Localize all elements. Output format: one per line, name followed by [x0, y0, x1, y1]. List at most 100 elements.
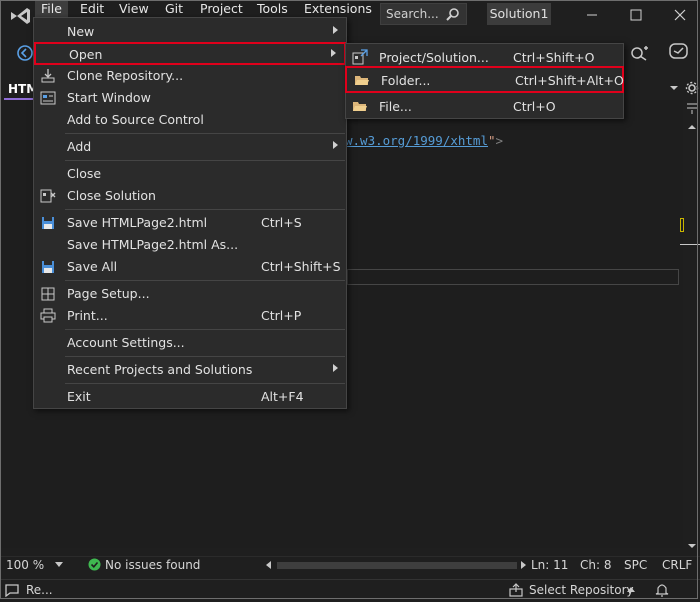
- code-quote: ": [488, 133, 496, 148]
- menu-item-account-settings[interactable]: Account Settings...: [34, 332, 346, 354]
- menu-tools[interactable]: Tools: [251, 0, 294, 17]
- code-namespace-url[interactable]: w.w3.org/1999/xhtml: [345, 133, 488, 148]
- menu-item-label: Add to Source Control: [67, 112, 204, 127]
- menu-item-close-solution[interactable]: Close Solution: [34, 185, 346, 207]
- menu-item-label: Recent Projects and Solutions: [67, 362, 253, 377]
- submenu-item-shortcut: Ctrl+Shift+Alt+O: [515, 73, 624, 88]
- notification-bubble-icon[interactable]: [4, 583, 20, 597]
- zoom-dropdown-icon[interactable]: [55, 562, 63, 568]
- submenu-item-shortcut: Ctrl+Shift+O: [513, 50, 595, 65]
- code-line-html: w.w3.org/1999/xhtml">: [345, 133, 503, 148]
- line-number[interactable]: Ln: 11: [531, 558, 568, 572]
- start-window-icon: [40, 91, 56, 105]
- scroll-up-icon[interactable]: [687, 123, 697, 131]
- scroll-down-icon[interactable]: [687, 542, 697, 550]
- hscroll-left-icon[interactable]: [265, 561, 273, 569]
- scroll-change-marker: [680, 218, 684, 232]
- menu-item-add-to-source-control[interactable]: Add to Source Control: [34, 109, 346, 131]
- horizontal-scrollbar-thumb[interactable]: [277, 562, 517, 569]
- menu-item-label: Open: [69, 47, 103, 62]
- menu-separator: [65, 280, 345, 281]
- menu-item-print[interactable]: Print... Ctrl+P: [34, 305, 346, 327]
- submenu-item-file[interactable]: File... Ctrl+O: [346, 94, 623, 118]
- menu-item-recent-projects[interactable]: Recent Projects and Solutions: [34, 359, 346, 381]
- menu-view[interactable]: View: [113, 0, 155, 17]
- menu-item-shortcut: Alt+F4: [261, 389, 304, 404]
- menu-item-clone-repository[interactable]: Clone Repository...: [34, 65, 346, 87]
- menu-item-label: Close Solution: [67, 188, 156, 203]
- menu-item-new[interactable]: New: [34, 21, 346, 43]
- menu-item-label: Save HTMLPage2.html: [67, 215, 208, 230]
- maximize-icon[interactable]: [626, 5, 646, 25]
- project-solution-icon: [352, 49, 368, 65]
- submenu-item-folder[interactable]: Folder... Ctrl+Shift+Alt+O: [345, 66, 624, 93]
- submenu-item-label: Project/Solution...: [379, 50, 489, 65]
- menu-project[interactable]: Project: [194, 0, 249, 17]
- scroll-caret-indicator: [680, 244, 700, 245]
- menu-item-label: Start Window: [67, 90, 151, 105]
- open-submenu: Project/Solution... Ctrl+Shift+O Folder.…: [345, 43, 624, 119]
- search-label: Search...: [386, 7, 439, 21]
- menu-item-label: Clone Repository...: [67, 68, 184, 83]
- menu-edit[interactable]: Edit: [74, 0, 110, 17]
- visual-studio-logo-icon[interactable]: [9, 7, 31, 25]
- menu-item-label: Close: [67, 166, 102, 181]
- split-editor-icon[interactable]: [686, 101, 698, 115]
- open-folder-icon: [355, 76, 369, 85]
- menu-item-label: Add: [67, 139, 92, 154]
- menu-item-save[interactable]: Save HTMLPage2.html Ctrl+S: [34, 212, 346, 234]
- issues-status[interactable]: No issues found: [105, 558, 200, 572]
- hscroll-right-icon[interactable]: [519, 561, 527, 569]
- current-line-highlight: [347, 269, 679, 285]
- save-icon: [42, 217, 54, 229]
- menu-item-save-all[interactable]: Save All Ctrl+Shift+S: [34, 256, 346, 278]
- close-solution-icon: [40, 189, 56, 203]
- menu-item-start-window[interactable]: Start Window: [34, 87, 346, 109]
- feedback-icon[interactable]: [668, 41, 690, 63]
- submenu-item-label: File...: [379, 99, 412, 114]
- printer-icon: [40, 308, 56, 323]
- close-window-icon[interactable]: [670, 5, 690, 25]
- solution-name-badge[interactable]: Solution1: [487, 3, 551, 25]
- menu-file[interactable]: File: [35, 0, 68, 17]
- menu-separator: [65, 383, 345, 384]
- page-setup-icon: [41, 287, 55, 301]
- menu-extensions[interactable]: Extensions: [298, 0, 378, 17]
- gear-icon[interactable]: [685, 81, 699, 95]
- menu-item-label: New: [67, 24, 95, 39]
- submenu-item-label: Folder...: [381, 73, 431, 88]
- menu-item-label: Save All: [67, 259, 118, 274]
- minimize-icon[interactable]: [582, 5, 602, 25]
- menu-item-save-as[interactable]: Save HTMLPage2.html As...: [34, 234, 346, 256]
- submenu-item-shortcut: Ctrl+O: [513, 99, 556, 114]
- save-all-icon: [42, 261, 54, 273]
- whitespace-mode[interactable]: SPC: [624, 558, 647, 572]
- menu-item-label: Save HTMLPage2.html As...: [67, 237, 239, 252]
- menu-item-shortcut: Ctrl+S: [261, 215, 302, 230]
- file-menu: New Open Clone Repository... Start Windo…: [33, 17, 347, 409]
- clone-download-icon: [41, 69, 55, 83]
- bell-icon[interactable]: [655, 582, 669, 597]
- submenu-arrow-icon: [331, 49, 336, 57]
- menu-item-label: Print...: [67, 308, 108, 323]
- zoom-level[interactable]: 100 %: [6, 558, 44, 572]
- tab-overflow-chevron-icon[interactable]: [669, 84, 679, 92]
- menu-item-exit[interactable]: Exit Alt+F4: [34, 386, 346, 408]
- menu-item-page-setup[interactable]: Page Setup...: [34, 283, 346, 305]
- line-ending[interactable]: CRLF: [662, 558, 692, 572]
- menu-git[interactable]: Git: [159, 0, 189, 17]
- menu-item-open[interactable]: Open: [34, 42, 346, 65]
- search-box[interactable]: Search...: [380, 3, 467, 25]
- menu-item-label: Account Settings...: [67, 335, 185, 350]
- select-repository[interactable]: Select Repository: [529, 583, 634, 597]
- char-number[interactable]: Ch: 8: [580, 558, 611, 572]
- menu-item-label: Exit: [67, 389, 91, 404]
- menu-item-shortcut: Ctrl+Shift+S: [261, 259, 341, 274]
- menu-item-close[interactable]: Close: [34, 163, 346, 185]
- menu-item-add[interactable]: Add: [34, 136, 346, 158]
- select-repo-chevron-icon[interactable]: [627, 586, 635, 592]
- repository-icon[interactable]: [508, 583, 524, 597]
- menu-separator: [65, 329, 345, 330]
- toolbar-tool-icon[interactable]: [630, 44, 650, 62]
- vertical-scrollbar[interactable]: [683, 100, 700, 548]
